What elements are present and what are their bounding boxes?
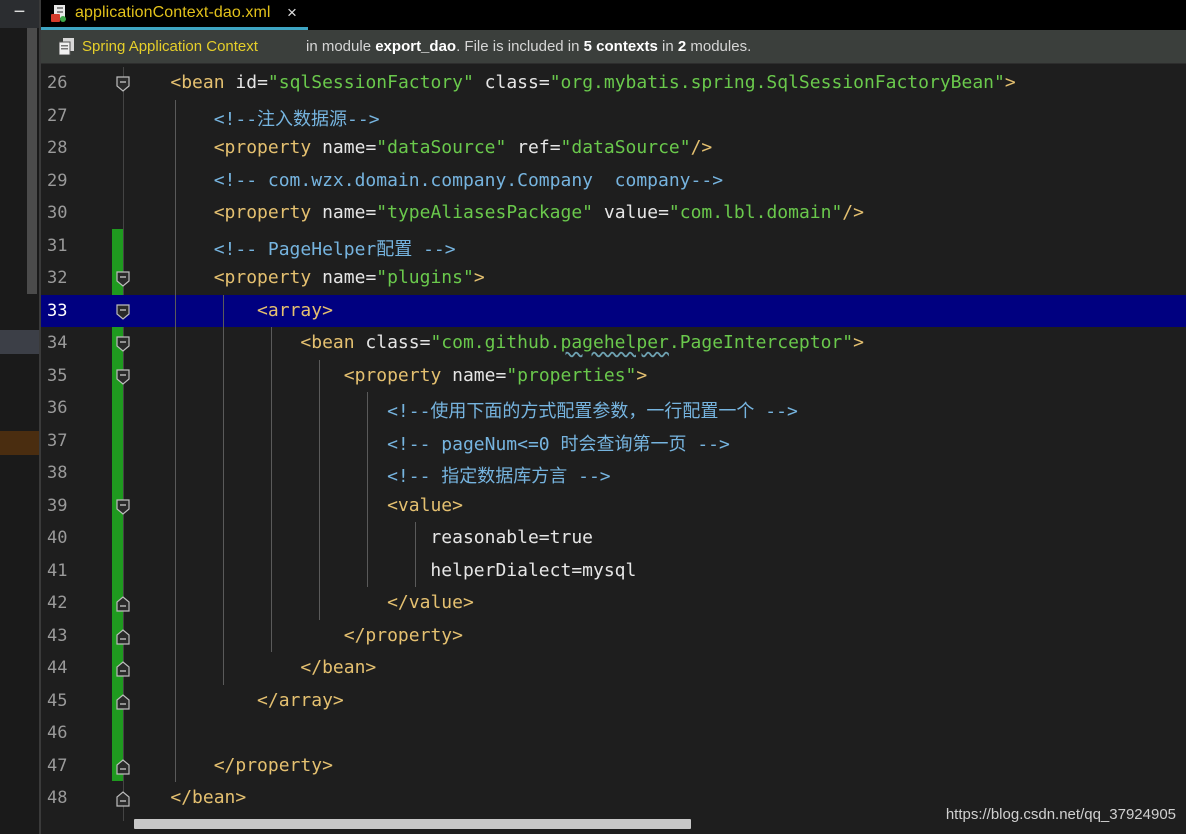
code-line[interactable]: 35 <property name="properties"> <box>41 360 1186 393</box>
line-number[interactable]: 44 <box>41 658 81 678</box>
line-number[interactable]: 41 <box>41 561 81 581</box>
line-number[interactable]: 36 <box>41 398 81 418</box>
code-text[interactable]: </array> <box>127 690 344 711</box>
code-text[interactable]: <!-- com.wzx.domain.company.Company comp… <box>127 170 723 191</box>
code-text[interactable]: <bean class="com.github.pagehelper.PageI… <box>127 332 864 353</box>
line-number[interactable]: 28 <box>41 138 81 158</box>
indent-guide <box>223 294 224 685</box>
line-number[interactable]: 43 <box>41 626 81 646</box>
code-text[interactable]: <array> <box>127 300 333 321</box>
module-name: export_dao <box>375 38 457 55</box>
code-text[interactable]: reasonable=true <box>127 527 593 548</box>
code-text[interactable]: </bean> <box>127 657 376 678</box>
line-number[interactable]: 38 <box>41 463 81 483</box>
code-line[interactable]: 43 </property> <box>41 620 1186 653</box>
line-number[interactable]: 48 <box>41 788 81 808</box>
indent-guide <box>367 392 368 587</box>
code-line[interactable]: 37 <!-- pageNum<=0 时会查询第一页 --> <box>41 425 1186 458</box>
code-text[interactable]: </value> <box>127 592 474 613</box>
code-text[interactable]: <value> <box>127 495 463 516</box>
tab-applicationcontext-dao[interactable]: applicationContext-dao.xml × <box>41 0 308 30</box>
code-line[interactable]: 31 <!-- PageHelper配置 --> <box>41 230 1186 263</box>
code-line[interactable]: 29 <!-- com.wzx.domain.company.Company c… <box>41 165 1186 198</box>
indent-guide <box>271 327 272 652</box>
line-number[interactable]: 35 <box>41 366 81 386</box>
indent-guide <box>415 522 416 587</box>
code-editor[interactable]: 26 <bean id="sqlSessionFactory" class="o… <box>41 67 1186 821</box>
code-line[interactable]: 27 <!--注入数据源--> <box>41 100 1186 133</box>
modules-count: 2 <box>677 38 687 55</box>
code-text[interactable]: <!--使用下面的方式配置参数，一行配置一个 --> <box>127 397 798 423</box>
code-line[interactable]: 38 <!-- 指定数据库方言 --> <box>41 457 1186 490</box>
minimize-icon[interactable]: − <box>0 0 39 28</box>
code-text[interactable]: <property name="properties"> <box>127 365 647 386</box>
code-line[interactable]: 26 <bean id="sqlSessionFactory" class="o… <box>41 67 1186 100</box>
code-line[interactable]: 42 </value> <box>41 587 1186 620</box>
contexts-count: 5 contexts <box>583 38 658 55</box>
spring-context-banner: Spring Application Context in module exp… <box>41 30 1186 64</box>
code-text[interactable]: <property name="plugins"> <box>127 267 485 288</box>
line-number[interactable]: 34 <box>41 333 81 353</box>
line-number[interactable]: 27 <box>41 106 81 126</box>
line-number[interactable]: 30 <box>41 203 81 223</box>
spring-context-icon <box>59 38 74 55</box>
code-text[interactable]: </property> <box>127 625 463 646</box>
code-text[interactable]: <!-- PageHelper配置 --> <box>127 235 456 261</box>
panel-highlighted-row[interactable] <box>0 431 39 455</box>
project-panel-strip: − <box>0 0 39 834</box>
horizontal-scrollbar[interactable] <box>134 819 691 829</box>
line-number[interactable]: 37 <box>41 431 81 451</box>
spring-application-context-link[interactable]: Spring Application Context <box>82 38 258 55</box>
code-text[interactable]: <!-- pageNum<=0 时会查询第一页 --> <box>127 430 730 456</box>
panel-scrollbar[interactable] <box>27 28 37 294</box>
code-line[interactable]: 36 <!--使用下面的方式配置参数，一行配置一个 --> <box>41 392 1186 425</box>
line-number[interactable]: 40 <box>41 528 81 548</box>
context-info-text: in module export_dao. File is included i… <box>306 38 752 55</box>
editor-tab-bar: applicationContext-dao.xml × <box>41 0 1186 30</box>
code-line[interactable]: 34 <bean class="com.github.pagehelper.Pa… <box>41 327 1186 360</box>
line-number[interactable]: 46 <box>41 723 81 743</box>
indent-guide <box>319 359 320 620</box>
code-line[interactable]: 30 <property name="typeAliasesPackage" v… <box>41 197 1186 230</box>
line-number[interactable]: 39 <box>41 496 81 516</box>
line-number[interactable]: 42 <box>41 593 81 613</box>
indent-guide <box>175 99 176 782</box>
code-line[interactable]: 28 <property name="dataSource" ref="data… <box>41 132 1186 165</box>
code-line[interactable]: 40 reasonable=true <box>41 522 1186 555</box>
code-line[interactable]: 32 <property name="plugins"> <box>41 262 1186 295</box>
line-number[interactable]: 47 <box>41 756 81 776</box>
code-line[interactable]: 41 helperDialect=mysql <box>41 555 1186 588</box>
line-number[interactable]: 26 <box>41 73 81 93</box>
line-number[interactable]: 33 <box>41 301 81 321</box>
code-line[interactable]: 44 </bean> <box>41 652 1186 685</box>
panel-selected-row[interactable] <box>0 330 39 354</box>
code-line[interactable]: 46 <box>41 717 1186 750</box>
line-number[interactable]: 49 <box>41 821 81 822</box>
code-text[interactable]: <bean id="sqlSessionFactory" class="org.… <box>127 72 1015 93</box>
code-line[interactable]: 47 </property> <box>41 750 1186 783</box>
line-number[interactable]: 31 <box>41 236 81 256</box>
code-text[interactable]: <property name="typeAliasesPackage" valu… <box>127 202 864 223</box>
code-text[interactable]: <property name="dataSource" ref="dataSou… <box>127 137 713 158</box>
close-icon[interactable]: × <box>287 3 297 23</box>
code-line[interactable]: 45 </array> <box>41 685 1186 718</box>
line-number[interactable]: 29 <box>41 171 81 191</box>
code-line[interactable]: 33 <array> <box>41 294 1186 327</box>
code-line[interactable]: 39 <value> <box>41 490 1186 523</box>
code-text[interactable]: </property> <box>127 755 333 776</box>
code-text[interactable]: <!--注入数据源--> <box>127 105 380 131</box>
code-text[interactable]: <!-- 指定数据库方言 --> <box>127 462 611 488</box>
line-number[interactable]: 32 <box>41 268 81 288</box>
line-number[interactable]: 45 <box>41 691 81 711</box>
code-text[interactable]: </bean> <box>127 787 246 808</box>
code-text[interactable]: helperDialect=mysql <box>127 560 636 581</box>
tab-label: applicationContext-dao.xml <box>75 4 271 21</box>
watermark: https://blog.csdn.net/qq_37924905 <box>945 806 1176 823</box>
xml-file-icon <box>51 5 66 22</box>
